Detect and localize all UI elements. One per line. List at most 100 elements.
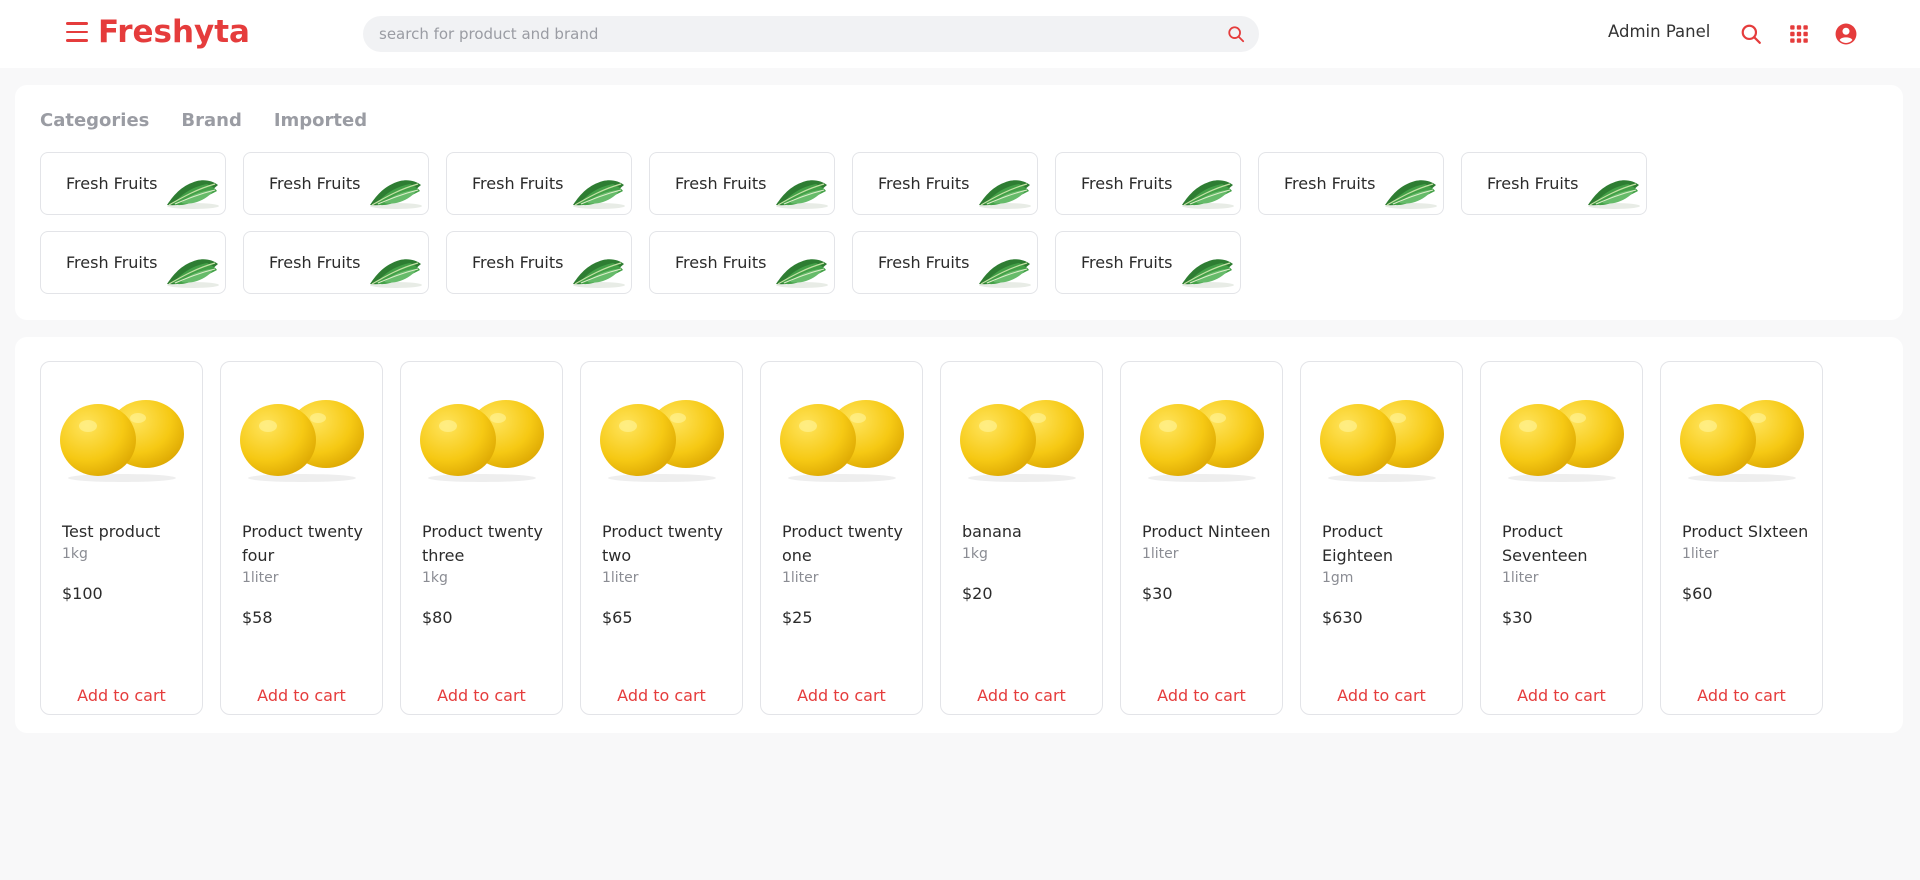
category-panel: Categories Brand Imported Fresh Fruits F… bbox=[15, 85, 1903, 320]
product-price: $100 bbox=[62, 584, 103, 603]
category-label: Fresh Fruits bbox=[66, 253, 158, 272]
leafy-greens-image bbox=[776, 180, 828, 209]
category-card[interactable]: Fresh Fruits bbox=[1055, 231, 1241, 294]
category-card[interactable]: Fresh Fruits bbox=[852, 152, 1038, 215]
product-name: Product Eighteen bbox=[1322, 522, 1393, 565]
category-card[interactable]: Fresh Fruits bbox=[40, 152, 226, 215]
product-price: $630 bbox=[1322, 608, 1363, 627]
product-unit: 1gm bbox=[1322, 570, 1354, 586]
category-label: Fresh Fruits bbox=[675, 253, 767, 272]
product-name: Product twenty one bbox=[782, 522, 903, 565]
lemon-image bbox=[960, 400, 1084, 482]
top-header: Freshyta Admin Panel bbox=[0, 0, 1920, 68]
lemon-image bbox=[240, 400, 364, 482]
product-card[interactable]: banana 1kg $20 Add to cart bbox=[940, 361, 1103, 715]
leafy-greens-image bbox=[370, 180, 422, 209]
category-card[interactable]: Fresh Fruits bbox=[1461, 152, 1647, 215]
lemon-image bbox=[780, 400, 904, 482]
product-name: Product Seventeen bbox=[1502, 522, 1588, 565]
product-price: $58 bbox=[242, 608, 273, 627]
product-name: Product twenty four bbox=[242, 522, 363, 565]
user-account-icon[interactable] bbox=[1835, 23, 1857, 45]
category-card[interactable]: Fresh Fruits bbox=[649, 231, 835, 294]
leafy-greens-image bbox=[370, 259, 422, 288]
category-card[interactable]: Fresh Fruits bbox=[446, 152, 632, 215]
leafy-greens-image bbox=[167, 259, 219, 288]
product-name: banana bbox=[962, 522, 1022, 541]
product-unit: 1liter bbox=[1682, 546, 1719, 562]
leafy-greens-image bbox=[1182, 180, 1234, 209]
product-name: Product twenty two bbox=[602, 522, 723, 565]
category-card[interactable]: Fresh Fruits bbox=[1258, 152, 1444, 215]
search-icon[interactable] bbox=[1740, 23, 1762, 45]
admin-panel-link[interactable]: Admin Panel bbox=[1608, 22, 1710, 41]
product-card[interactable]: Product twenty two 1liter $65 Add to car… bbox=[580, 361, 743, 715]
product-unit: 1liter bbox=[602, 570, 639, 586]
category-label: Fresh Fruits bbox=[472, 174, 564, 193]
search-icon[interactable] bbox=[1227, 25, 1245, 43]
tab-brand[interactable]: Brand bbox=[181, 110, 241, 131]
product-unit: 1liter bbox=[1502, 570, 1539, 586]
add-to-cart-button[interactable]: Add to cart bbox=[761, 686, 922, 705]
product-card[interactable]: Product twenty one 1liter $25 Add to car… bbox=[760, 361, 923, 715]
leafy-greens-image bbox=[1588, 180, 1640, 209]
product-card[interactable]: Product Ninteen 1liter $30 Add to cart bbox=[1120, 361, 1283, 715]
category-label: Fresh Fruits bbox=[675, 174, 767, 193]
search-input[interactable] bbox=[379, 16, 1199, 52]
category-label: Fresh Fruits bbox=[269, 174, 361, 193]
product-unit: 1kg bbox=[962, 546, 988, 562]
leafy-greens-image bbox=[776, 259, 828, 288]
leafy-greens-image bbox=[1182, 259, 1234, 288]
add-to-cart-button[interactable]: Add to cart bbox=[1661, 686, 1822, 705]
tab-categories[interactable]: Categories bbox=[40, 110, 149, 131]
category-card[interactable]: Fresh Fruits bbox=[40, 231, 226, 294]
category-label: Fresh Fruits bbox=[1081, 174, 1173, 193]
tab-imported[interactable]: Imported bbox=[274, 110, 367, 131]
product-card[interactable]: Product Seventeen 1liter $30 Add to cart bbox=[1480, 361, 1643, 715]
lemon-image bbox=[600, 400, 724, 482]
leafy-greens-image bbox=[979, 259, 1031, 288]
category-label: Fresh Fruits bbox=[472, 253, 564, 272]
product-unit: 1kg bbox=[62, 546, 88, 562]
product-price: $65 bbox=[602, 608, 633, 627]
product-card[interactable]: Product SIxteen 1liter $60 Add to cart bbox=[1660, 361, 1823, 715]
product-card[interactable]: Product Eighteen 1gm $630 Add to cart bbox=[1300, 361, 1463, 715]
category-card[interactable]: Fresh Fruits bbox=[446, 231, 632, 294]
add-to-cart-button[interactable]: Add to cart bbox=[41, 686, 202, 705]
add-to-cart-button[interactable]: Add to cart bbox=[581, 686, 742, 705]
leafy-greens-image bbox=[167, 180, 219, 209]
product-card[interactable]: Product twenty four 1liter $58 Add to ca… bbox=[220, 361, 383, 715]
category-card[interactable]: Fresh Fruits bbox=[243, 231, 429, 294]
category-card[interactable]: Fresh Fruits bbox=[243, 152, 429, 215]
leafy-greens-image bbox=[573, 180, 625, 209]
add-to-cart-button[interactable]: Add to cart bbox=[401, 686, 562, 705]
lemon-image bbox=[1500, 400, 1624, 482]
filter-tabs: Categories Brand Imported bbox=[40, 110, 367, 131]
add-to-cart-button[interactable]: Add to cart bbox=[1301, 686, 1462, 705]
leafy-greens-image bbox=[1385, 180, 1437, 209]
product-card[interactable]: Test product 1kg $100 Add to cart bbox=[40, 361, 203, 715]
add-to-cart-button[interactable]: Add to cart bbox=[1121, 686, 1282, 705]
product-card[interactable]: Product twenty three 1kg $80 Add to cart bbox=[400, 361, 563, 715]
leafy-greens-image bbox=[573, 259, 625, 288]
product-name: Product Ninteen bbox=[1142, 522, 1271, 541]
product-name: Product SIxteen bbox=[1682, 522, 1809, 541]
product-price: $60 bbox=[1682, 584, 1713, 603]
menu-icon[interactable] bbox=[66, 22, 88, 44]
product-price: $80 bbox=[422, 608, 453, 627]
add-to-cart-button[interactable]: Add to cart bbox=[221, 686, 382, 705]
product-unit: 1liter bbox=[782, 570, 819, 586]
add-to-cart-button[interactable]: Add to cart bbox=[941, 686, 1102, 705]
product-unit: 1liter bbox=[242, 570, 279, 586]
add-to-cart-button[interactable]: Add to cart bbox=[1481, 686, 1642, 705]
product-unit: 1kg bbox=[422, 570, 448, 586]
category-label: Fresh Fruits bbox=[878, 253, 970, 272]
category-card[interactable]: Fresh Fruits bbox=[649, 152, 835, 215]
lemon-image bbox=[1320, 400, 1444, 482]
category-card[interactable]: Fresh Fruits bbox=[852, 231, 1038, 294]
apps-grid-icon[interactable] bbox=[1788, 23, 1810, 45]
category-label: Fresh Fruits bbox=[1081, 253, 1173, 272]
app-logo[interactable]: Freshyta bbox=[98, 14, 250, 50]
category-label: Fresh Fruits bbox=[878, 174, 970, 193]
category-card[interactable]: Fresh Fruits bbox=[1055, 152, 1241, 215]
